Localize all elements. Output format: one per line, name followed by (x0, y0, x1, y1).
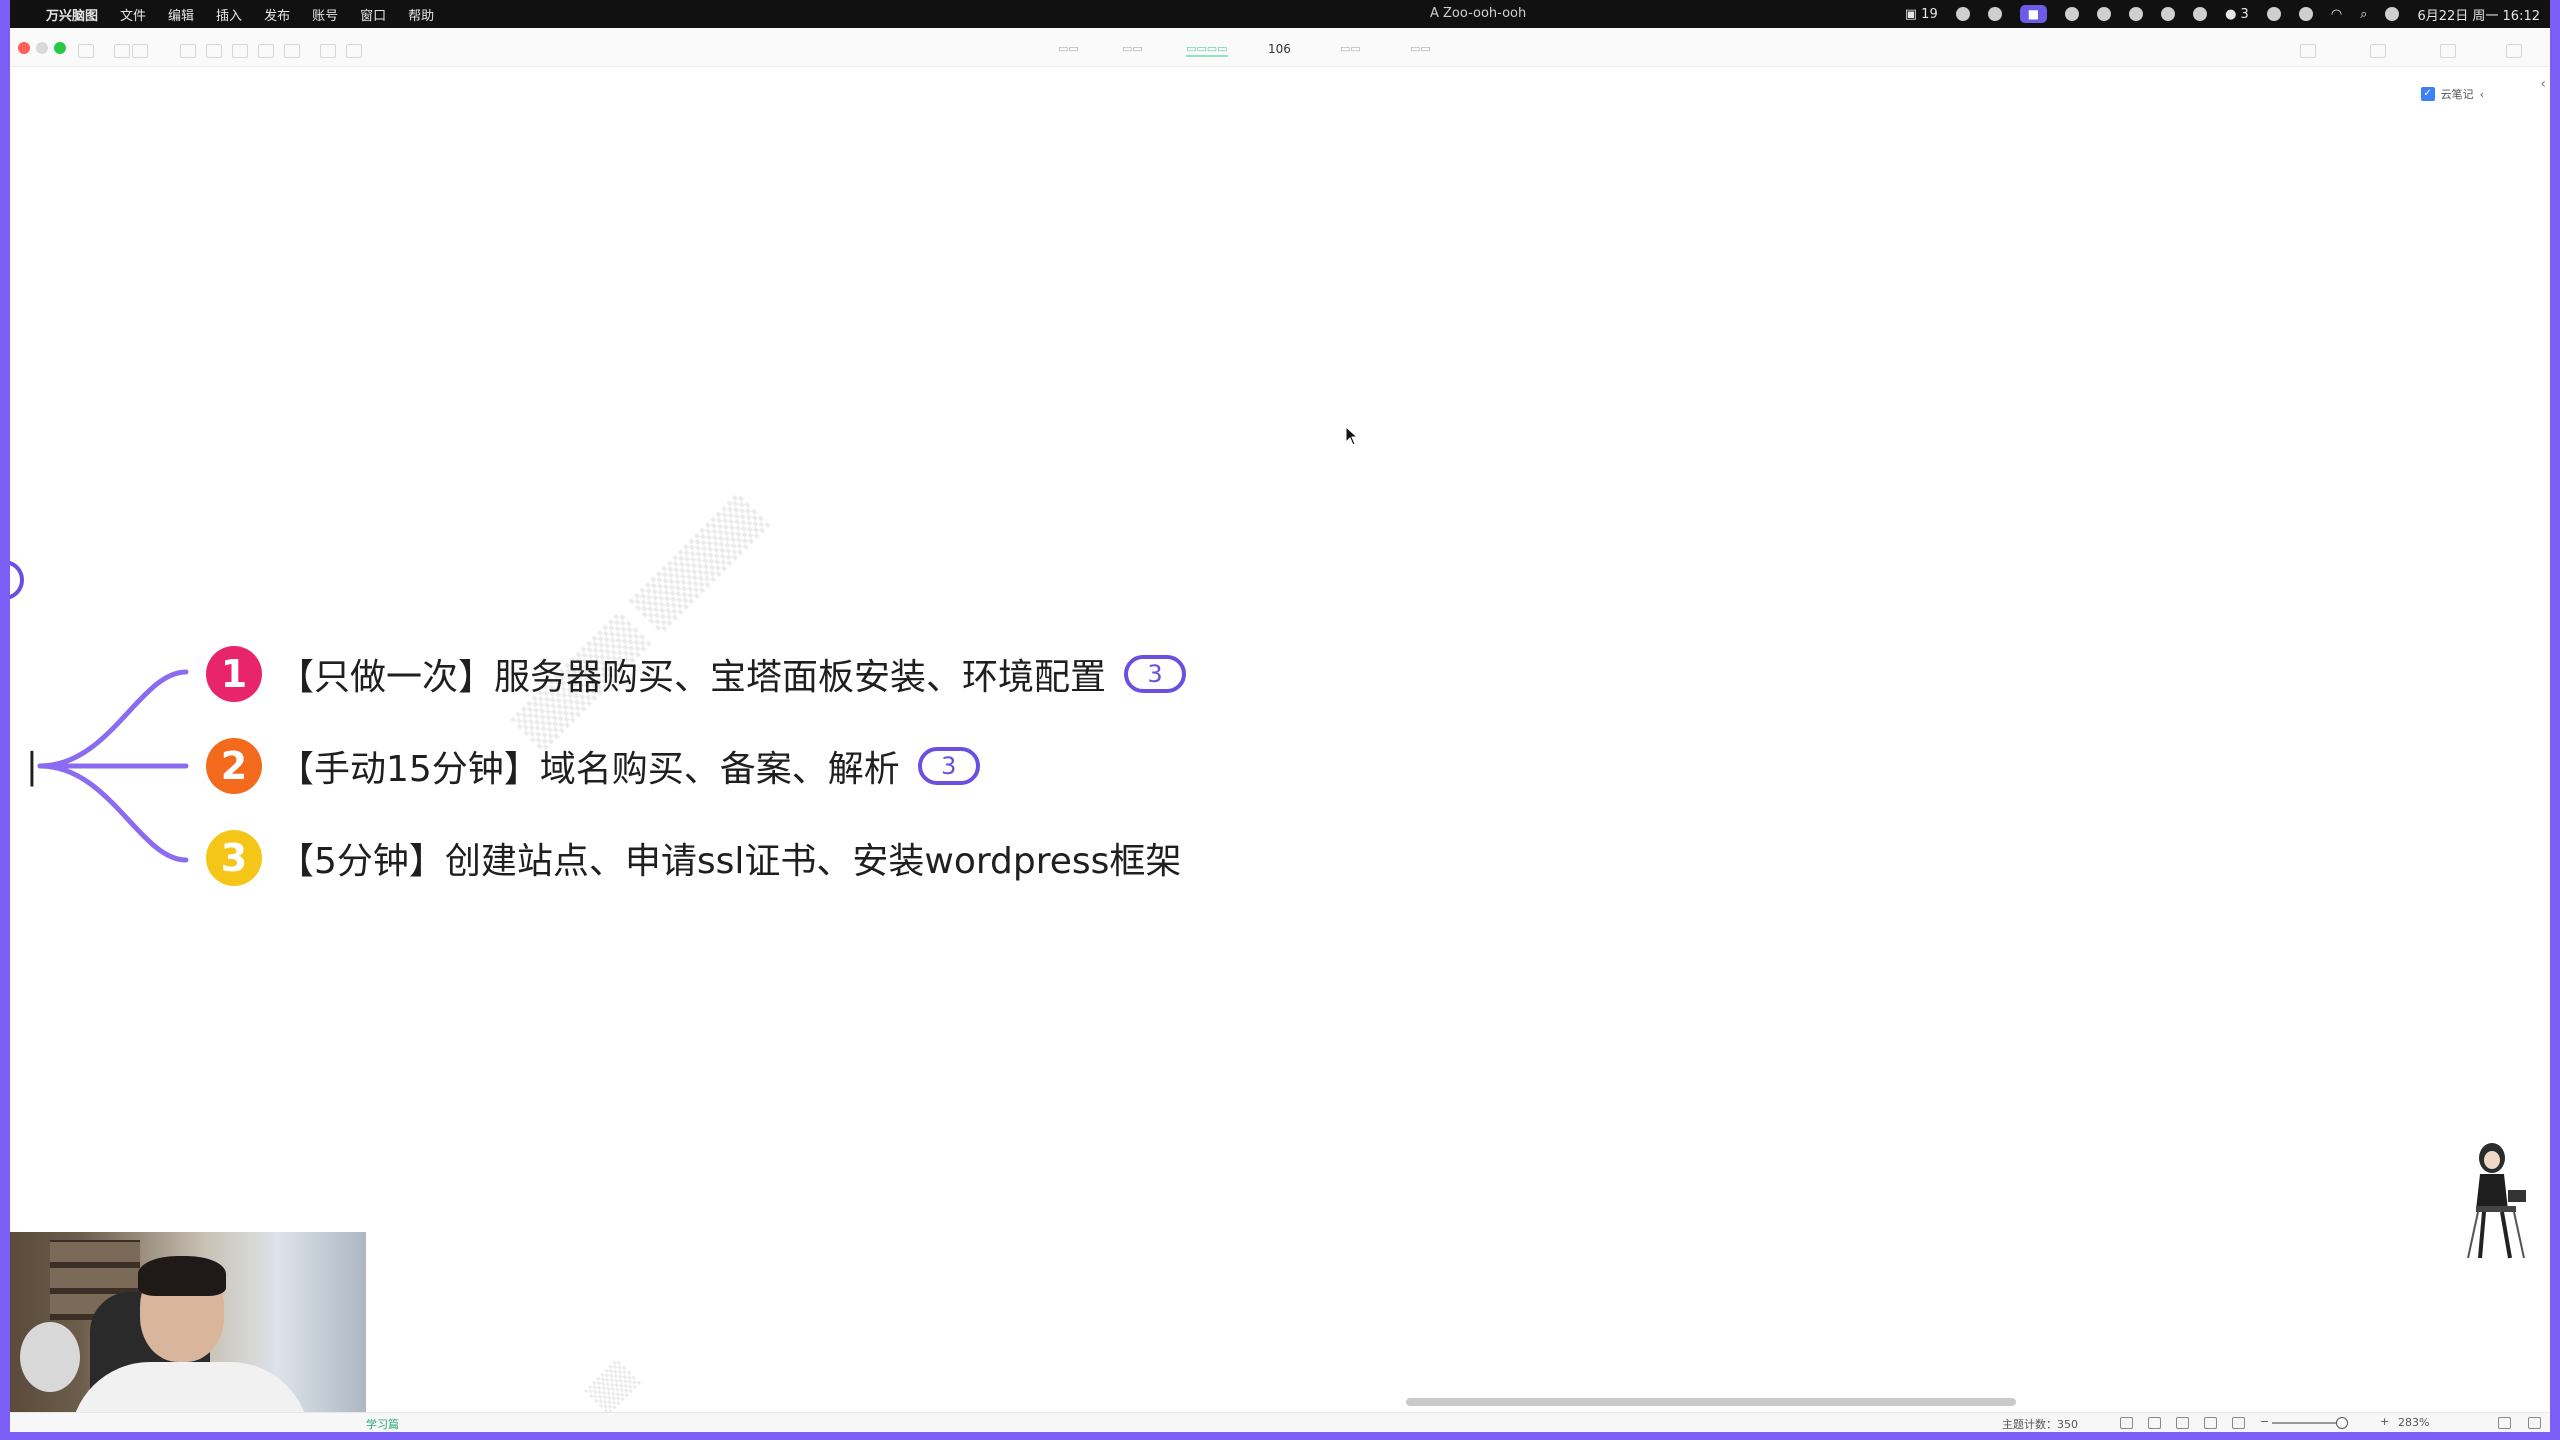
subtopic-count-badge[interactable]: 3 (917, 747, 980, 785)
character-sticker (2467, 1143, 2526, 1259)
panel-icon[interactable] (2528, 1417, 2541, 1429)
branch-line-3 (37, 763, 189, 863)
zoom-level[interactable]: 283% (2398, 1416, 2429, 1429)
zoom-slider-knob[interactable] (2336, 1417, 2348, 1429)
mindmap-connectors (37, 669, 189, 863)
screen: 万兴脑图 文件 编辑 插入 发布 账号 窗口 帮助 A Zoo-ooh-ooh … (10, 0, 2550, 1432)
gantt-icon[interactable] (2204, 1417, 2217, 1429)
mouse-cursor-icon (1345, 426, 1359, 446)
topic-count: 主题计数：350 (2002, 1418, 2078, 1431)
status-bar: 学习篇 主题计数：350 − + 283% (10, 1412, 2550, 1432)
mindmap-topic-3[interactable]: 3 【5分钟】创建站点、申请ssl证书、安装wordpress框架 (206, 828, 1181, 888)
fit-icon[interactable] (2232, 1417, 2245, 1429)
webcam-fan (20, 1322, 80, 1392)
zoom-slider[interactable] (2272, 1422, 2344, 1424)
layout-icon[interactable] (2148, 1417, 2161, 1429)
present-icon[interactable] (2176, 1417, 2189, 1429)
topic-label[interactable]: 【手动15分钟】域名购买、备案、解析 (278, 740, 900, 792)
topic-number-badge: 3 (206, 830, 262, 886)
fullscreen-icon[interactable] (2498, 1417, 2511, 1429)
parent-topic-fragment[interactable]: ▕ (10, 752, 33, 787)
outline-icon[interactable] (2120, 1417, 2133, 1429)
topic-number-badge: 1 (206, 646, 262, 702)
webcam-person-hair (138, 1256, 226, 1296)
subtopic-count-badge[interactable]: 3 (1124, 655, 1187, 693)
topic-number-badge: 2 (206, 738, 262, 794)
mindmap-topic-1[interactable]: 1 【只做一次】服务器购买、宝塔面板安装、环境配置 3 (206, 644, 1187, 704)
mindmap-topic-2[interactable]: 2 【手动15分钟】域名购买、备案、解析 3 (206, 736, 980, 796)
status-left-label: 学习篇 (366, 1418, 399, 1431)
topic-label[interactable]: 【只做一次】服务器购买、宝塔面板安装、环境配置 (278, 648, 1106, 700)
zoom-out-button[interactable]: − (2260, 1415, 2269, 1428)
zoom-in-button[interactable]: + (2380, 1415, 2389, 1428)
topic-label[interactable]: 【5分钟】创建站点、申请ssl证书、安装wordpress框架 (278, 832, 1181, 884)
horizontal-scrollbar[interactable] (1406, 1398, 2016, 1406)
webcam-overlay (10, 1232, 366, 1432)
branch-line-1 (37, 669, 189, 769)
